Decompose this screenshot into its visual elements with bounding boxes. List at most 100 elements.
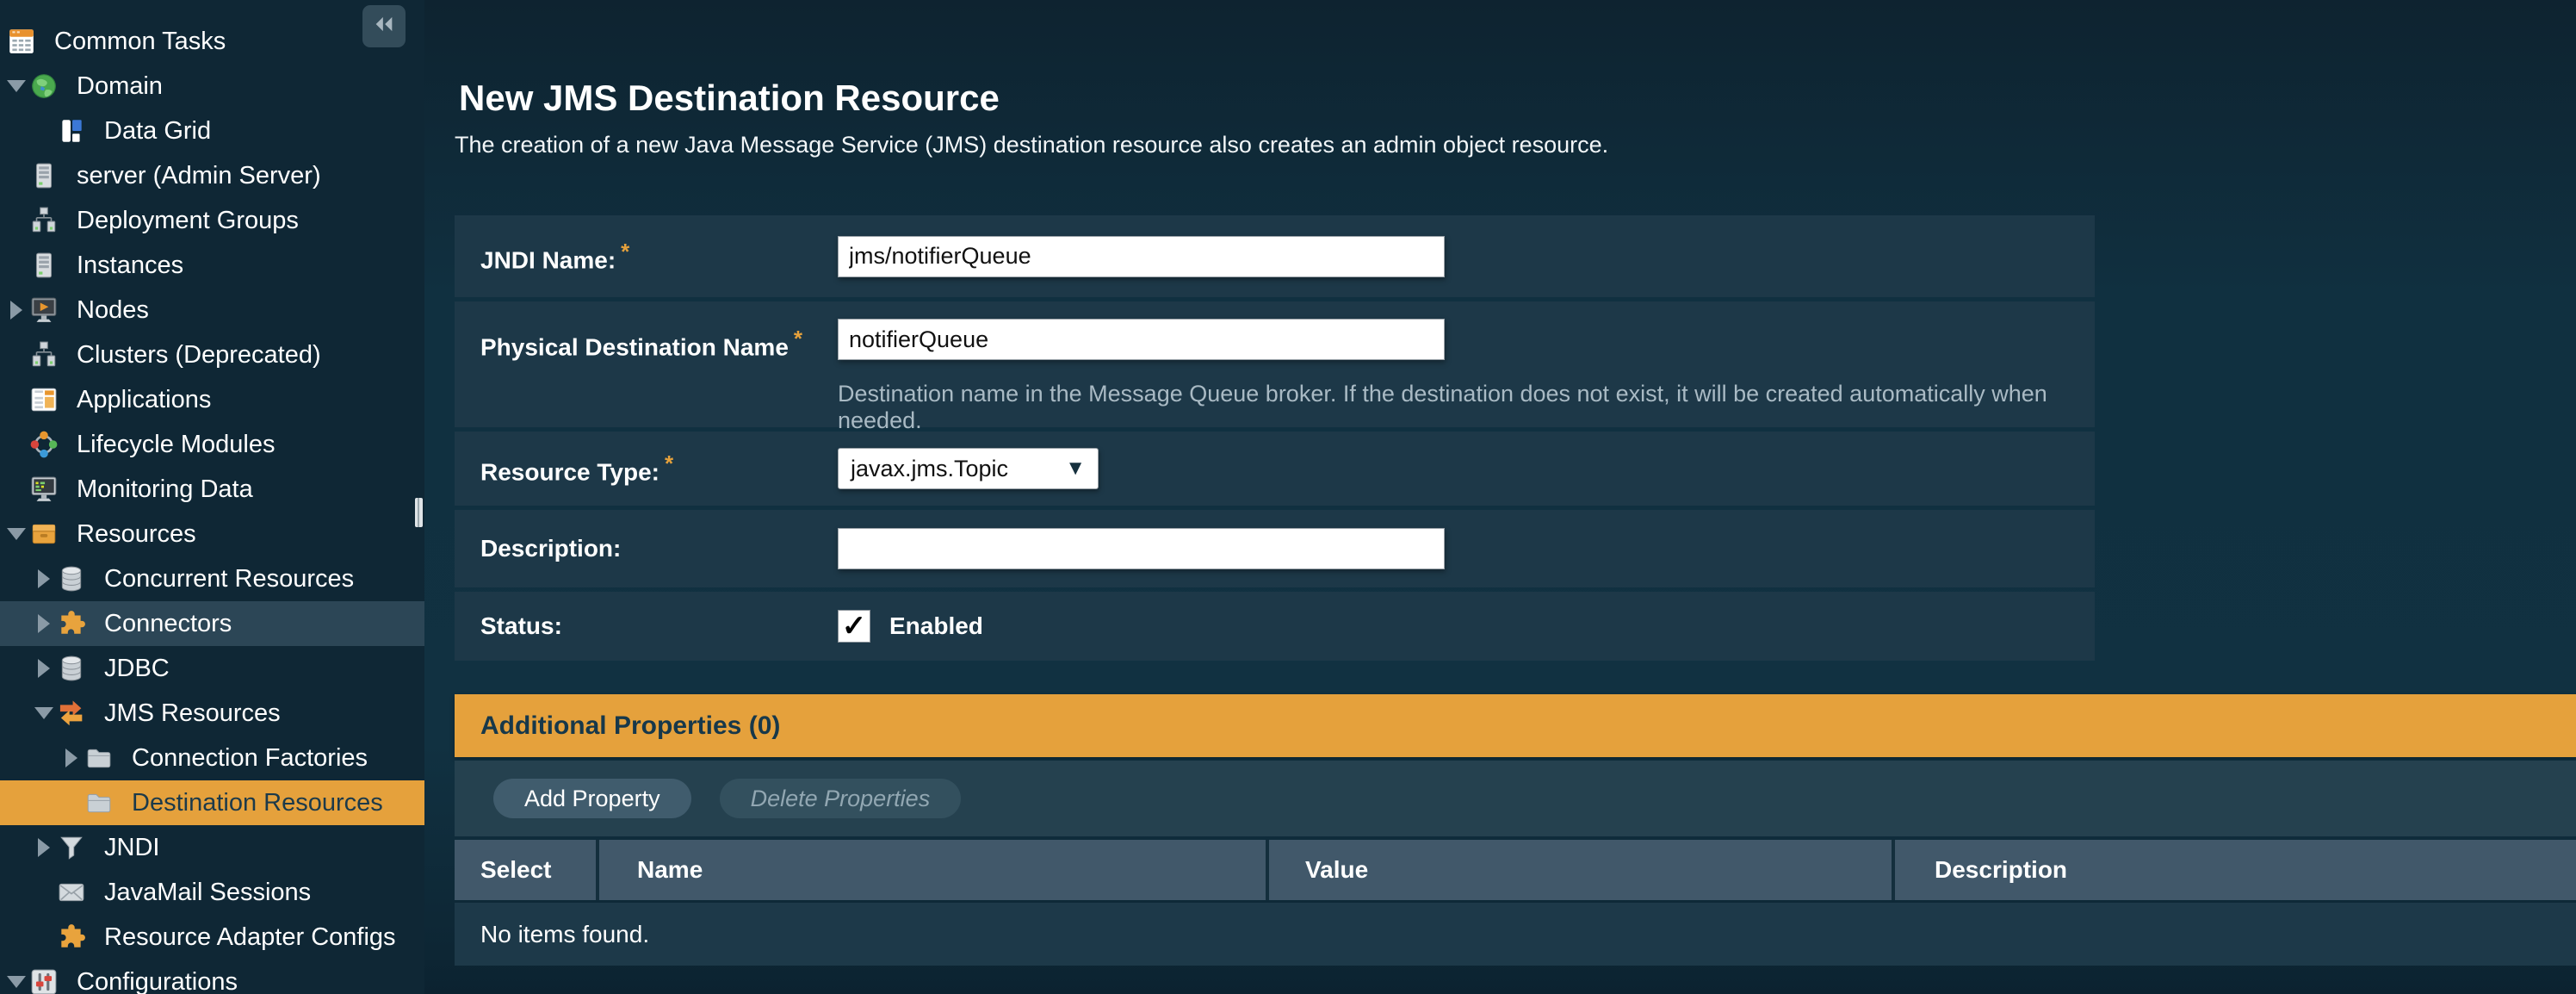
empty-message: No items found. — [480, 921, 649, 948]
form-row-description: Description: — [455, 510, 2095, 587]
sidebar-item-label: JMS Resources — [104, 699, 281, 728]
sidebar-item-jms-resources[interactable]: JMS Resources — [0, 691, 424, 736]
form-row-physical-destination-name: Physical Destination Name* Destination n… — [455, 301, 2095, 427]
folder-icon — [84, 788, 114, 817]
sidebar-item-nodes[interactable]: Nodes — [0, 288, 424, 332]
status-label: Status: — [480, 612, 838, 640]
sidebar-item-label: Deployment Groups — [77, 207, 299, 235]
sidebar-item-connectors[interactable]: Connectors — [0, 601, 424, 646]
collapsed-triangle-icon[interactable] — [31, 614, 57, 633]
sidebar-item-label: Destination Resources — [132, 789, 383, 817]
description-label: Description: — [480, 535, 838, 562]
sidebar-item-label: Domain — [77, 72, 163, 101]
description-input[interactable] — [838, 528, 1445, 569]
sidebar-item-resource-adapter-configs[interactable]: Resource Adapter Configs — [0, 915, 424, 960]
globe-icon — [29, 71, 59, 101]
physical-destination-name-label: Physical Destination Name* — [480, 326, 838, 361]
app-window-icon — [29, 385, 59, 414]
sidebar-item-domain[interactable]: Domain — [0, 64, 424, 109]
sidebar-item-label: Connection Factories — [132, 744, 368, 773]
sidebar-tree: Common Tasks Domain Data Grid server (Admin… — [0, 0, 424, 994]
sidebar-item-label: JDBC — [104, 655, 170, 683]
additional-properties-title: Additional Properties (0) — [480, 711, 780, 741]
sidebar-item-configurations[interactable]: Configurations — [0, 960, 424, 994]
form-row-jndi-name: JNDI Name:* — [455, 215, 2095, 297]
properties-table-header: Select Name Value Description — [455, 840, 2576, 900]
required-asterisk-icon: * — [794, 326, 802, 351]
status-enabled-checkbox[interactable] — [838, 610, 870, 643]
sidebar-item-clusters-deprecated[interactable]: Clusters (Deprecated) — [0, 332, 424, 377]
collapsed-triangle-icon[interactable] — [31, 569, 57, 588]
page-title: New JMS Destination Resource — [459, 78, 1000, 119]
physical-destination-name-controls: Destination name in the Message Queue br… — [838, 319, 2095, 434]
properties-table-empty-row: No items found. — [455, 903, 2576, 966]
admin-console-screen: Common Tasks Domain Data Grid server (Admin… — [0, 0, 2576, 994]
node-tree-icon — [29, 340, 59, 370]
common-tasks-icon — [7, 27, 36, 56]
additional-properties-toolbar: Add Property Delete Properties — [455, 761, 2576, 836]
collapsed-triangle-icon[interactable] — [59, 749, 84, 767]
puzzle-icon — [57, 923, 86, 952]
column-header-value: Value — [1269, 840, 1895, 900]
sidebar-item-label: Nodes — [77, 296, 149, 325]
sidebar-item-label: Lifecycle Modules — [77, 431, 276, 459]
sidebar-item-instances[interactable]: Instances — [0, 243, 424, 288]
sidebar-item-jndi[interactable]: JNDI — [0, 825, 424, 870]
resource-type-selected-value: javax.jms.Topic — [851, 456, 1008, 482]
select-arrow-icon: ▼ — [1065, 457, 1086, 481]
physical-destination-name-label-text: Physical Destination Name — [480, 333, 789, 360]
sidebar-item-label: Data Grid — [104, 117, 211, 146]
expanded-triangle-icon[interactable] — [3, 976, 29, 988]
add-property-button[interactable]: Add Property — [493, 779, 691, 818]
physical-destination-name-help: Destination name in the Message Queue br… — [838, 381, 2095, 434]
sidebar-item-monitoring-data[interactable]: Monitoring Data — [0, 467, 424, 512]
form-row-resource-type: Resource Type:* javax.jms.Topic ▼ — [455, 432, 2095, 506]
monitor-node-icon — [29, 295, 59, 325]
main-content: New JMS Destination Resource The creatio… — [424, 0, 2576, 994]
sidebar-item-jdbc[interactable]: JDBC — [0, 646, 424, 691]
sidebar-item-javamail-sessions[interactable]: JavaMail Sessions — [0, 870, 424, 915]
sidebar-item-concurrent-resources[interactable]: Concurrent Resources — [0, 556, 424, 601]
sidebar-item-label: Configurations — [77, 968, 238, 994]
sidebar-item-connection-factories[interactable]: Connection Factories — [0, 736, 424, 780]
sidebar-item-label: Clusters (Deprecated) — [77, 341, 321, 370]
sidebar-collapse-button[interactable] — [362, 5, 406, 47]
physical-destination-name-input[interactable] — [838, 319, 1445, 360]
sidebar-item-data-grid[interactable]: Data Grid — [0, 109, 424, 153]
required-asterisk-icon: * — [621, 239, 629, 264]
collapsed-triangle-icon[interactable] — [3, 301, 29, 320]
destination-resource-form: JNDI Name:* Physical Destination Name* D… — [455, 215, 2095, 661]
status-label-text: Status: — [480, 612, 562, 639]
jndi-name-input[interactable] — [838, 236, 1445, 277]
sidebar-item-label: Concurrent Resources — [104, 565, 354, 593]
sidebar-item-resources[interactable]: Resources — [0, 512, 424, 556]
delete-properties-button[interactable]: Delete Properties — [720, 779, 962, 818]
expanded-triangle-icon[interactable] — [31, 707, 57, 719]
sidebar-scrollbar-thumb[interactable] — [415, 498, 423, 527]
sidebar-item-common-tasks[interactable]: Common Tasks — [0, 19, 424, 64]
filter-funnel-icon — [57, 833, 86, 862]
sidebar-item-server-admin-server[interactable]: server (Admin Server) — [0, 153, 424, 198]
resource-type-label: Resource Type:* — [480, 450, 838, 486]
collapsed-triangle-icon[interactable] — [31, 659, 57, 678]
sidebar-item-lifecycle-modules[interactable]: Lifecycle Modules — [0, 422, 424, 467]
sidebar-item-deployment-groups[interactable]: Deployment Groups — [0, 198, 424, 243]
sidebar-item-label: Monitoring Data — [77, 475, 253, 504]
expanded-triangle-icon[interactable] — [3, 80, 29, 92]
data-grid-icon — [57, 116, 86, 146]
resource-type-select[interactable]: javax.jms.Topic ▼ — [838, 448, 1099, 489]
sidebar-item-label: JNDI — [104, 834, 159, 862]
status-checkbox-label: Enabled — [889, 612, 983, 640]
server-icon — [29, 161, 59, 190]
sidebar-item-label: JavaMail Sessions — [104, 879, 311, 907]
double-left-triangles-icon — [372, 12, 396, 40]
sidebar-item-destination-resources[interactable]: Destination Resources — [0, 780, 424, 825]
description-label-text: Description: — [480, 535, 621, 562]
jndi-name-label-text: JNDI Name: — [480, 246, 616, 273]
database-icon — [57, 654, 86, 683]
sidebar-item-applications[interactable]: Applications — [0, 377, 424, 422]
collapsed-triangle-icon[interactable] — [31, 838, 57, 857]
expanded-triangle-icon[interactable] — [3, 528, 29, 540]
jms-arrows-icon — [57, 699, 86, 728]
form-row-status: Status: Enabled — [455, 592, 2095, 661]
